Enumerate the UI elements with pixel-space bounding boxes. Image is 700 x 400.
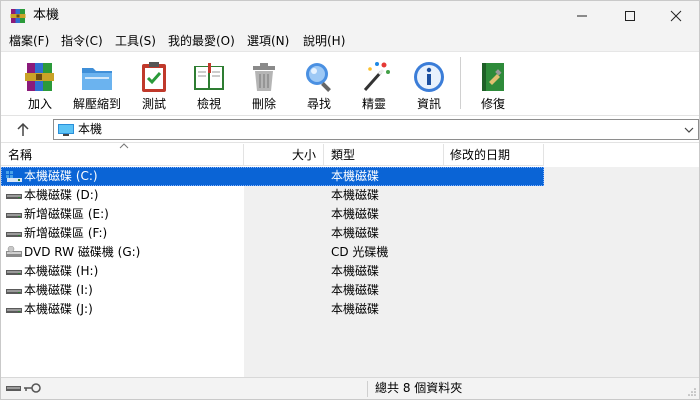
dvd-drive-icon [6, 246, 22, 257]
menu-options[interactable]: 選項(N) [247, 33, 289, 49]
status-separator [367, 381, 368, 397]
menu-bar: 檔案(F) 指令(C) 工具(S) 我的最愛(O) 選項(N) 說明(H) [1, 31, 699, 51]
test-button[interactable]: 測試 [124, 56, 184, 114]
test-label: 測試 [141, 97, 166, 111]
table-row[interactable]: 本機磁碟 (I:) 本機磁碟 [1, 281, 544, 300]
table-row[interactable]: 本機磁碟 (J:) 本機磁碟 [1, 300, 544, 319]
table-row[interactable]: 本機磁碟 (D:) 本機磁碟 [1, 186, 544, 205]
row-type: CD 光碟機 [331, 245, 389, 259]
magnifier-icon [306, 63, 331, 92]
menu-commands[interactable]: 指令(C) [61, 33, 103, 49]
winrar-app-icon [10, 9, 26, 23]
add-archive-icon [25, 63, 54, 91]
status-summary: 總共 8 個資料夾 [375, 381, 463, 395]
table-row[interactable]: 本機磁碟 (H:) 本機磁碟 [1, 262, 544, 281]
maximize-button[interactable] [607, 1, 653, 31]
table-row[interactable]: 新增磁碟區 (F:) 本機磁碟 [1, 224, 544, 243]
row-type: 本機磁碟 [331, 188, 380, 202]
row-type: 本機磁碟 [331, 264, 380, 278]
status-bar: 總共 8 個資料夾 [1, 377, 699, 399]
delete-label: 刪除 [251, 97, 276, 111]
chevron-down-icon[interactable] [684, 125, 694, 135]
row-type: 本機磁碟 [331, 226, 380, 240]
drive-icon [6, 289, 22, 294]
minimize-icon [577, 15, 587, 17]
column-size-label: 大小 [292, 148, 317, 162]
menu-tools[interactable]: 工具(S) [115, 33, 156, 49]
find-button[interactable]: 尋找 [289, 56, 349, 114]
info-icon [414, 62, 444, 92]
drive-icon [6, 308, 22, 313]
repair-label: 修復 [480, 97, 505, 111]
path-combobox[interactable]: 本機 [53, 119, 699, 140]
test-clipboard-icon [142, 62, 166, 92]
trash-can-icon [253, 63, 275, 91]
row-name: 本機磁碟 (I:) [24, 283, 93, 297]
column-modified-label: 修改的日期 [450, 148, 511, 162]
row-name: 新增磁碟區 (F:) [24, 226, 108, 240]
row-name: 本機磁碟 (H:) [24, 264, 99, 278]
close-icon [670, 10, 682, 22]
computer-icon [58, 124, 74, 136]
toolbar-separator [460, 57, 461, 109]
view-button[interactable]: 檢視 [179, 56, 239, 114]
column-header-modified[interactable]: 修改的日期 [444, 144, 544, 166]
row-type: 本機磁碟 [331, 302, 380, 316]
file-list: 本機磁碟 (C:) 本機磁碟 本機磁碟 (D:) 本機磁碟 新增磁碟區 (E:)… [1, 167, 699, 377]
wizard-label: 精靈 [361, 97, 386, 111]
table-row[interactable]: 本機磁碟 (C:) 本機磁碟 [1, 167, 544, 186]
row-name: 本機磁碟 (J:) [24, 302, 93, 316]
view-book-icon [194, 63, 224, 90]
drive-icon [6, 213, 22, 218]
drive-icon [6, 232, 22, 237]
column-header-size[interactable]: 大小 [244, 144, 324, 166]
system-drive-icon [6, 171, 22, 182]
menu-help[interactable]: 說明(H) [303, 33, 345, 49]
title-bar[interactable]: 本機 [1, 1, 699, 31]
add-button[interactable]: 加入 [10, 56, 70, 114]
repair-button[interactable]: 修復 [463, 56, 523, 114]
menu-favorites[interactable]: 我的最愛(O) [168, 33, 235, 49]
column-header-type[interactable]: 類型 [324, 144, 444, 166]
drive-key-icon[interactable] [6, 382, 42, 394]
extract-folder-icon [82, 68, 112, 90]
extract-to-button[interactable]: 解壓縮到 [67, 56, 127, 114]
row-name: 本機磁碟 (D:) [24, 188, 99, 202]
minimize-button[interactable] [559, 1, 605, 31]
table-row[interactable]: 新增磁碟區 (E:) 本機磁碟 [1, 205, 544, 224]
column-type-label: 類型 [331, 148, 356, 162]
winrar-window: 本機 檔案(F) 指令(C) 工具(S) 我的最愛(O) 選項(N) 說明(H)… [0, 0, 700, 400]
info-label: 資訊 [416, 97, 441, 111]
row-name: 本機磁碟 (C:) [24, 169, 98, 183]
find-label: 尋找 [306, 97, 331, 111]
drive-icon [6, 270, 22, 275]
toolbar: 加入 解壓縮到 測試 檢視 刪除 尋找 精靈 資訊 修復 [1, 51, 699, 115]
drive-icon [6, 194, 22, 199]
extract-to-label: 解壓縮到 [72, 97, 121, 111]
path-text: 本機 [78, 122, 103, 136]
add-label: 加入 [27, 97, 52, 111]
sort-ascending-icon [119, 143, 129, 149]
view-label: 檢視 [196, 97, 221, 111]
window-title: 本機 [33, 8, 60, 23]
up-arrow-icon[interactable] [13, 121, 33, 139]
row-type: 本機磁碟 [331, 207, 380, 221]
maximize-icon [625, 11, 635, 21]
table-row[interactable]: DVD RW 磁碟機 (G:) CD 光碟機 [1, 243, 544, 262]
menu-file[interactable]: 檔案(F) [9, 33, 49, 49]
delete-button[interactable]: 刪除 [234, 56, 294, 114]
wizard-button[interactable]: 精靈 [344, 56, 404, 114]
row-name: 新增磁碟區 (E:) [24, 207, 109, 221]
row-type: 本機磁碟 [331, 169, 380, 183]
column-name-label: 名稱 [8, 148, 33, 162]
repair-book-icon [482, 63, 504, 91]
row-name: DVD RW 磁碟機 (G:) [24, 245, 141, 259]
magic-wand-icon [363, 62, 390, 91]
row-type: 本機磁碟 [331, 283, 380, 297]
close-button[interactable] [653, 1, 699, 31]
address-bar: 本機 [1, 115, 699, 143]
resize-grip-icon[interactable] [687, 387, 697, 397]
info-button[interactable]: 資訊 [399, 56, 459, 114]
